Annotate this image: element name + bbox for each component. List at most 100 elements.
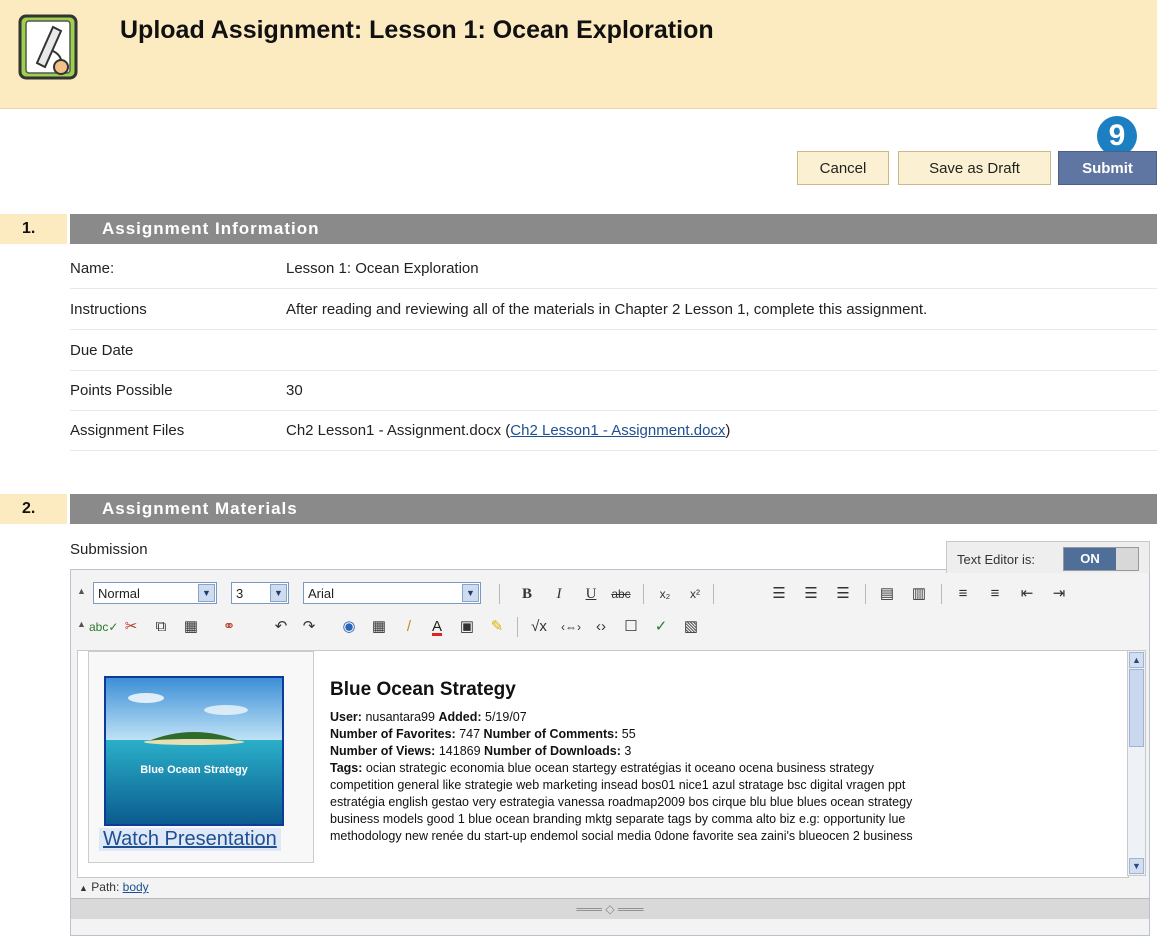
article-title: Blue Ocean Strategy <box>330 679 516 700</box>
info-row-files: Assignment Files Ch2 Lesson1 - Assignmen… <box>70 410 1157 451</box>
font-color-icon[interactable]: A <box>425 615 449 639</box>
copy-icon[interactable]: ⧉ <box>149 615 173 639</box>
chevron-down-icon: ▼ <box>270 584 287 602</box>
submit-button[interactable]: Submit <box>1058 151 1157 185</box>
font-size-select[interactable]: 3 ▼ <box>231 582 289 604</box>
editor-toolbar-row-1: ▲ Normal ▼ 3 ▼ Arial ▼ B I U abc x₂ x² ☰ ☰ … <box>71 578 1149 610</box>
file-name: Ch2 Lesson1 - Assignment.docx ( <box>286 422 511 439</box>
mashup-icon[interactable]: ✓ <box>649 615 673 639</box>
row-value: Ch2 Lesson1 - Assignment.docx (Ch2 Lesso… <box>286 422 730 439</box>
assignment-file-link[interactable]: Ch2 Lesson1 - Assignment.docx <box>510 422 725 439</box>
row-label: Instructions <box>70 301 147 318</box>
redo-icon[interactable]: ↷ <box>297 615 321 639</box>
presentation-thumbnail-box: Blue Ocean Strategy Watch Presentation <box>88 651 314 863</box>
background-color-icon[interactable]: ✎ <box>485 615 509 639</box>
html-code-icon[interactable]: ‹› <box>589 615 613 639</box>
cancel-button[interactable]: Cancel <box>797 151 889 185</box>
row-label: Due Date <box>70 342 134 359</box>
text-editor-label: Text Editor is: <box>957 552 1036 567</box>
watch-presentation-link[interactable]: Watch Presentation <box>99 828 281 851</box>
meta-line-tags-3: estratégia english gestao very estrategi… <box>330 795 913 809</box>
chevron-down-icon: ▼ <box>198 584 215 602</box>
submission-label: Submission <box>70 541 148 558</box>
file-suffix: ) <box>725 422 731 439</box>
section-number: 2. <box>0 494 67 524</box>
font-size-value: 3 <box>236 586 244 601</box>
row-label: Name: <box>70 260 115 277</box>
superscript-icon[interactable]: x² <box>683 582 707 606</box>
path-body-link[interactable]: body <box>123 880 149 894</box>
row-label: Assignment Files <box>70 422 185 439</box>
toolbar-separator <box>713 584 714 604</box>
toggle-state: ON <box>1064 548 1116 570</box>
paste-text-icon[interactable]: ▤ <box>875 582 899 606</box>
pen-document-icon <box>18 14 78 80</box>
editor-toolbar-row-2: ▲ abc✓ ✂ ⧉ ▦ ⚭ ↶ ↷ ◉ ▦ / A ▣ ✎ √x ‹⇔› ‹›… <box>71 611 1149 643</box>
meta-line-user: User: nusantara99 Added: 5/19/07 <box>330 710 527 724</box>
info-row-points: Points Possible 30 <box>70 370 1157 411</box>
page-header: Upload Assignment: Lesson 1: Ocean Explo… <box>0 0 1157 109</box>
undo-icon[interactable]: ↶ <box>269 615 293 639</box>
section-title: Assignment Materials <box>70 494 1157 524</box>
scroll-thumb[interactable] <box>1129 669 1144 747</box>
align-right-icon[interactable]: ☰ <box>831 582 855 606</box>
editor-content-area[interactable]: Blue Ocean Strategy Watch Presentation B… <box>77 650 1129 878</box>
strikethrough-icon[interactable]: abc <box>609 582 633 606</box>
underline-icon[interactable]: U <box>579 582 603 606</box>
subscript-icon[interactable]: x₂ <box>653 582 677 606</box>
info-row-due-date: Due Date <box>70 330 1157 371</box>
highlighter-icon[interactable]: / <box>397 615 421 639</box>
row-value: Lesson 1: Ocean Exploration <box>286 260 479 277</box>
spellcheck-icon[interactable]: abc✓ <box>89 615 118 639</box>
paste-word-icon[interactable]: ▥ <box>907 582 931 606</box>
format-value: Normal <box>98 586 140 601</box>
align-center-icon[interactable]: ☰ <box>799 582 823 606</box>
info-row-name: Name: Lesson 1: Ocean Exploration <box>70 248 1157 289</box>
row-value: 30 <box>286 382 303 399</box>
insert-table-icon[interactable]: ▦ <box>367 615 391 639</box>
editor-vertical-scrollbar[interactable]: ▲ ▼ <box>1127 650 1146 876</box>
text-editor-toggle-panel: Text Editor is: ON <box>946 541 1150 573</box>
ordered-list-icon[interactable]: ≡ <box>951 582 975 606</box>
meta-line-tags-5: methodology new renée du start-up endemo… <box>330 829 913 843</box>
thumbnail-caption: Blue Ocean Strategy <box>140 764 248 776</box>
collapse-path-icon[interactable]: ▲ <box>79 883 88 893</box>
preview-icon[interactable]: ▧ <box>679 615 703 639</box>
island-thumbnail-image <box>104 676 284 826</box>
font-family-select[interactable]: Arial ▼ <box>303 582 481 604</box>
editor-resize-handle[interactable]: ═══ ◇ ═══ <box>71 898 1149 919</box>
align-left-icon[interactable]: ☰ <box>767 582 791 606</box>
collapse-toolbar-icon[interactable]: ▲ <box>77 586 86 596</box>
font-family-value: Arial <box>308 586 335 601</box>
format-select[interactable]: Normal ▼ <box>93 582 217 604</box>
meta-line-favorites: Number of Favorites: 747 Number of Comme… <box>330 727 636 741</box>
chevron-down-icon: ▼ <box>462 584 479 602</box>
equation-icon[interactable]: √x <box>527 615 551 639</box>
meta-line-tags-2: competition general like strategie web m… <box>330 778 906 792</box>
section-number: 1. <box>0 214 67 244</box>
scroll-up-icon[interactable]: ▲ <box>1129 652 1144 668</box>
toolbar-separator <box>941 584 942 604</box>
indent-icon[interactable]: ⇥ <box>1047 582 1071 606</box>
step-badge: 9 <box>1097 116 1137 156</box>
meta-line-tags: Tags: ocian strategic economia blue ocea… <box>330 761 874 775</box>
section-title: Assignment Information <box>70 214 1157 244</box>
page-title: Upload Assignment: Lesson 1: Ocean Explo… <box>120 16 714 44</box>
paste-icon[interactable]: ▦ <box>179 615 203 639</box>
italic-icon[interactable]: I <box>547 582 571 606</box>
info-row-instructions: Instructions After reading and reviewing… <box>70 289 1157 330</box>
scroll-down-icon[interactable]: ▼ <box>1129 858 1144 874</box>
insert-media-icon[interactable]: ▣ <box>455 615 479 639</box>
bold-icon[interactable]: B <box>515 582 539 606</box>
fullscreen-icon[interactable]: ☐ <box>619 615 643 639</box>
unlink-icon[interactable]: ⚭ <box>217 615 241 639</box>
editor-path-bar: ▲ Path: body <box>71 876 1149 898</box>
embed-icon[interactable]: ‹⇔› <box>559 615 583 639</box>
insert-link-icon[interactable]: ◉ <box>337 615 361 639</box>
cut-icon[interactable]: ✂ <box>119 615 143 639</box>
unordered-list-icon[interactable]: ≡ <box>983 582 1007 606</box>
collapse-toolbar-icon[interactable]: ▲ <box>77 619 86 629</box>
outdent-icon[interactable]: ⇤ <box>1015 582 1039 606</box>
text-editor-toggle[interactable]: ON <box>1063 547 1139 571</box>
save-draft-button[interactable]: Save as Draft <box>898 151 1051 185</box>
